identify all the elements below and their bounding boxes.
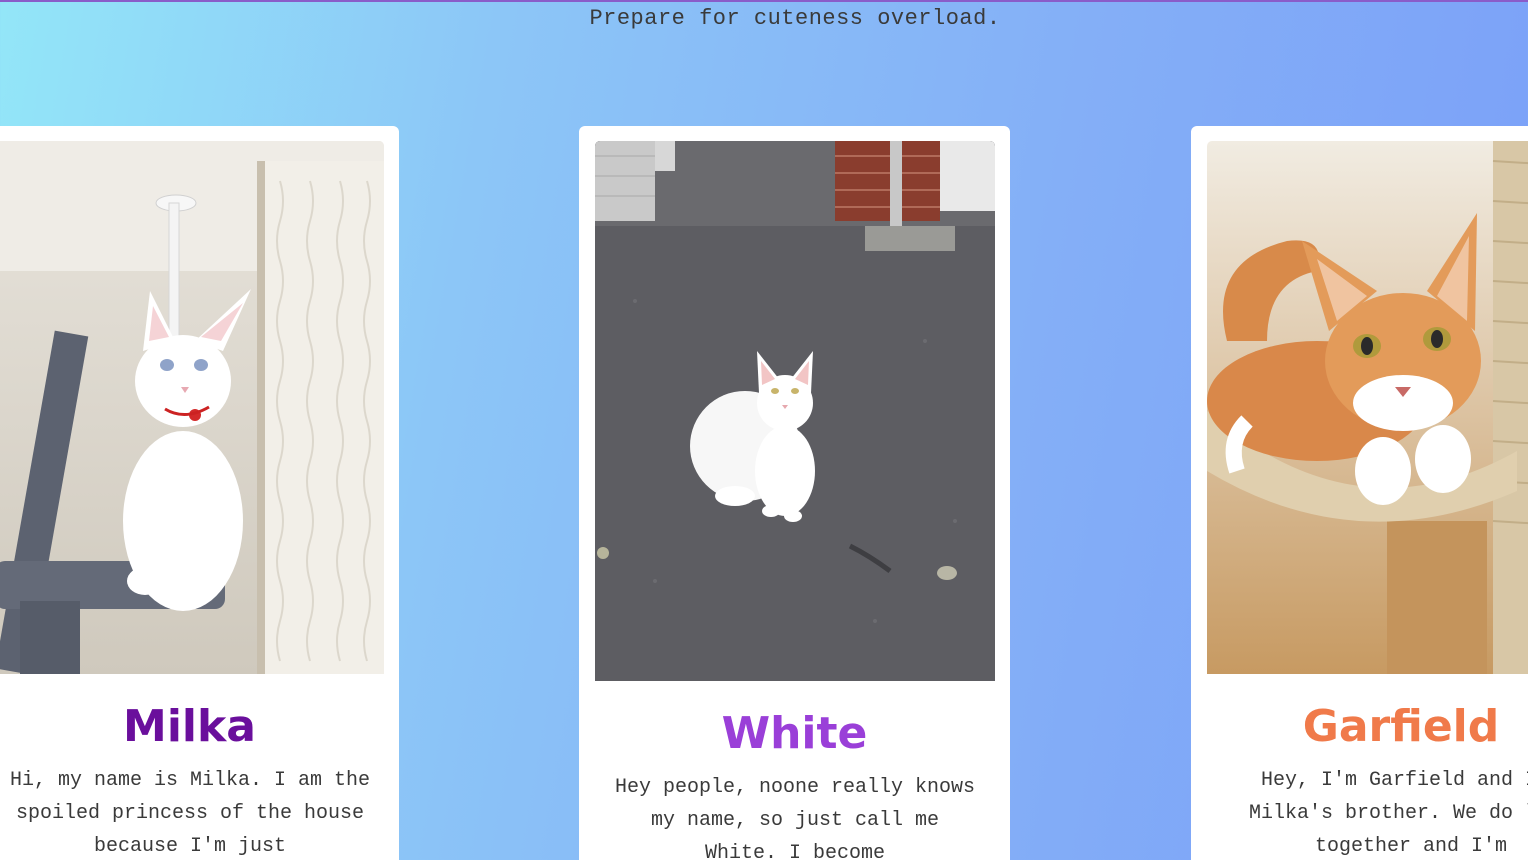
cat-photo-garfield [1207, 141, 1528, 674]
cat-bio-milka: Hi, my name is Milka. I am the spoiled p… [9, 769, 371, 858]
page-tagline: Prepare for cuteness overload. [589, 6, 1001, 31]
top-border [0, 0, 1528, 2]
cat-name-white: White [721, 708, 868, 759]
cat-photo-milka [0, 141, 384, 674]
cat-photo-white [595, 141, 995, 681]
cat-bio-garfield: Hey, I'm Garfield and I'm Milka's brothe… [1248, 769, 1528, 858]
cat-card-milka: Milka Hi, my name is Milka. I am the spo… [0, 126, 399, 860]
cat-card-garfield: Garfield Hey, I'm Garfield and I'm Milka… [1191, 126, 1528, 860]
cat-name-milka: Milka [123, 701, 256, 752]
cat-name-garfield: Garfield [1302, 701, 1500, 752]
cat-bio-white: Hey people, noone really knows my name, … [614, 776, 976, 860]
cat-card-white: White Hey people, noone really knows my … [579, 126, 1010, 860]
